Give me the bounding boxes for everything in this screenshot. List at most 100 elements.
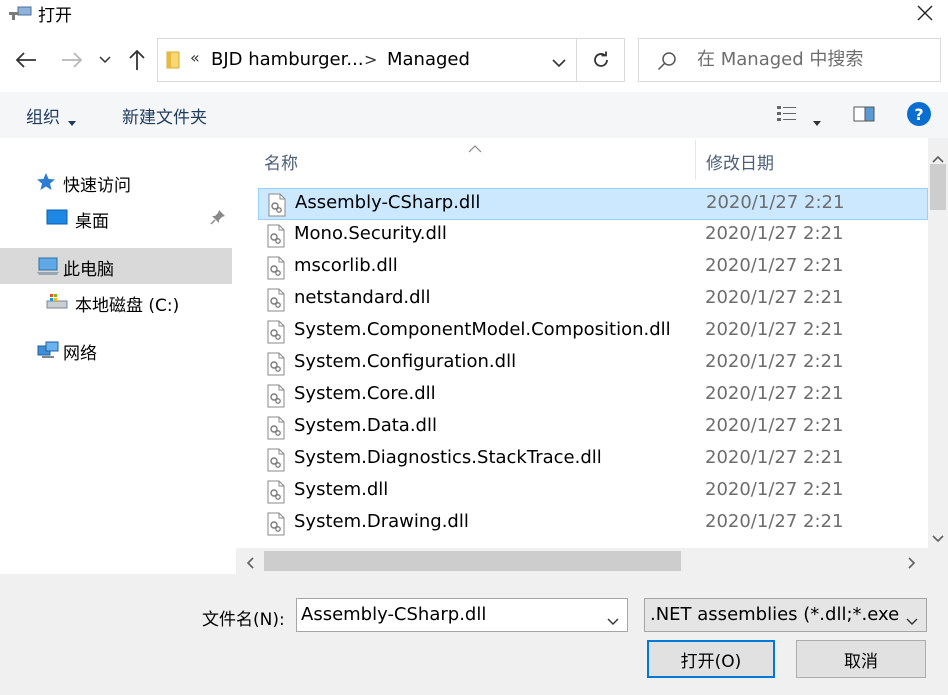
recent-locations-button[interactable]	[95, 48, 115, 72]
navigation-bar: « BJD hamburger... > Managed	[0, 32, 948, 88]
address-history-dropdown[interactable]	[552, 53, 566, 72]
dll-file-icon	[266, 384, 286, 408]
address-bar[interactable]: « BJD hamburger... > Managed	[157, 38, 577, 82]
organize-menu-button[interactable]: 组织	[26, 103, 60, 128]
sidebar-item-this-pc[interactable]: 此电脑	[0, 248, 232, 284]
scroll-left-arrow-icon[interactable]	[246, 554, 254, 573]
caret-down-icon[interactable]	[68, 111, 76, 130]
sort-ascending-icon	[468, 138, 482, 157]
search-icon	[657, 51, 677, 75]
file-type-dropdown[interactable]	[906, 611, 918, 630]
forward-button[interactable]	[60, 48, 84, 72]
network-icon	[36, 340, 59, 360]
file-list: 名称 修改日期 Assembly-CSharp.dll 2020/1/27 2:…	[236, 138, 948, 574]
preview-pane-button[interactable]	[853, 105, 875, 127]
navigation-pane: 快速访问 桌面 此电脑 本地磁盘 (C:) 网络	[0, 138, 236, 574]
desktop-icon	[46, 208, 68, 228]
sidebar-item-network[interactable]: 网络	[0, 332, 232, 368]
file-row[interactable]: System.Core.dll 2020/1/27 2:21	[258, 380, 928, 412]
dll-file-icon	[266, 512, 286, 536]
file-date: 2020/1/27 2:21	[705, 383, 844, 404]
horizontal-scroll-thumb[interactable]	[264, 551, 681, 571]
up-button[interactable]	[125, 48, 149, 72]
file-row[interactable]: System.Data.dll 2020/1/27 2:21	[258, 412, 928, 444]
file-name: System.Configuration.dll	[294, 351, 517, 372]
file-row[interactable]: System.dll 2020/1/27 2:21	[258, 476, 928, 508]
dll-file-icon	[266, 256, 286, 280]
file-row[interactable]: Assembly-CSharp.dll 2020/1/27 2:21	[258, 188, 928, 220]
view-options-button[interactable]	[776, 105, 798, 127]
file-name: Assembly-CSharp.dll	[295, 192, 481, 213]
file-row[interactable]: System.Configuration.dll 2020/1/27 2:21	[258, 348, 928, 380]
back-arrow-icon	[15, 52, 36, 68]
dll-file-icon	[266, 224, 286, 248]
file-name-combobox[interactable]	[296, 598, 628, 632]
view-caret-down-icon[interactable]	[813, 111, 821, 130]
details-view-icon	[777, 106, 796, 121]
file-name: System.ComponentModel.Composition.dll	[294, 319, 671, 340]
breadcrumb-item-parent[interactable]: BJD hamburger...	[211, 49, 364, 70]
file-name-input[interactable]	[301, 604, 591, 625]
file-name: netstandard.dll	[294, 287, 431, 308]
help-button[interactable]: ?	[907, 102, 931, 126]
file-date: 2020/1/27 2:21	[706, 192, 845, 213]
file-row[interactable]: mscorlib.dll 2020/1/27 2:21	[258, 252, 928, 284]
dll-file-icon	[266, 288, 286, 312]
vertical-scrollbar[interactable]	[928, 138, 948, 548]
file-row[interactable]: System.Diagnostics.StackTrace.dll 2020/1…	[258, 444, 928, 476]
breadcrumb-item-current[interactable]: Managed	[387, 49, 470, 70]
refresh-icon	[593, 51, 608, 67]
file-date: 2020/1/27 2:21	[705, 511, 844, 532]
search-box[interactable]	[638, 38, 941, 82]
sidebar-item-desktop[interactable]: 桌面	[0, 200, 232, 236]
file-name-dropdown[interactable]	[607, 611, 619, 630]
sidebar-item-local-disk[interactable]: 本地磁盘 (C:)	[0, 284, 232, 320]
vertical-scroll-thumb[interactable]	[930, 164, 946, 210]
horizontal-scrollbar[interactable]	[236, 548, 928, 574]
file-name-panel: 文件名(N): .NET assemblies (*.dll;*.exe;*.w…	[0, 574, 948, 695]
window-title: 打开	[38, 6, 72, 26]
refresh-button[interactable]	[577, 38, 625, 82]
file-row[interactable]: Mono.Security.dll 2020/1/27 2:21	[258, 220, 928, 252]
scroll-right-arrow-icon[interactable]	[908, 554, 916, 573]
file-type-value: .NET assemblies (*.dll;*.exe;*.w	[650, 604, 900, 625]
dll-file-icon	[266, 352, 286, 376]
chevron-down-icon	[99, 56, 111, 64]
search-input[interactable]	[697, 49, 927, 70]
open-button[interactable]: 打开(O)	[647, 640, 775, 678]
sidebar-item-label: 桌面	[75, 212, 109, 232]
scroll-down-arrow-icon[interactable]	[932, 528, 944, 547]
sidebar-item-quick-access[interactable]: 快速访问	[0, 164, 232, 200]
dll-file-icon	[266, 480, 286, 504]
file-name: mscorlib.dll	[294, 255, 398, 276]
file-rows: Assembly-CSharp.dll 2020/1/27 2:21 Mono.…	[258, 188, 928, 548]
new-folder-button[interactable]: 新建文件夹	[122, 103, 207, 128]
column-divider[interactable]	[695, 140, 696, 180]
breadcrumb-separator[interactable]: >	[364, 50, 377, 69]
file-type-select[interactable]: .NET assemblies (*.dll;*.exe;*.w	[644, 598, 927, 632]
column-header-date-modified[interactable]: 修改日期	[706, 149, 774, 174]
file-date: 2020/1/27 2:21	[705, 479, 844, 500]
computer-icon	[36, 256, 59, 276]
file-row[interactable]: netstandard.dll 2020/1/27 2:21	[258, 284, 928, 316]
dll-file-icon	[266, 320, 286, 344]
sidebar-item-label: 网络	[63, 344, 97, 364]
dll-file-icon	[266, 448, 286, 472]
file-name: System.dll	[294, 479, 389, 500]
breadcrumb-overflow-chevron[interactable]: «	[190, 48, 200, 67]
cancel-button[interactable]: 取消	[796, 640, 926, 678]
forward-arrow-icon	[62, 52, 83, 68]
file-date: 2020/1/27 2:21	[705, 415, 844, 436]
file-date: 2020/1/27 2:21	[705, 319, 844, 340]
file-date: 2020/1/27 2:21	[705, 255, 844, 276]
dll-file-icon	[267, 193, 287, 217]
close-button[interactable]	[902, 0, 948, 26]
file-date: 2020/1/27 2:21	[705, 351, 844, 372]
pin-icon[interactable]	[210, 209, 226, 229]
close-icon	[917, 5, 933, 21]
file-row[interactable]: System.Drawing.dll 2020/1/27 2:21	[258, 508, 928, 540]
scrollbar-corner	[928, 548, 948, 574]
column-header-name[interactable]: 名称	[264, 149, 298, 174]
back-button[interactable]	[14, 48, 38, 72]
file-row[interactable]: System.ComponentModel.Composition.dll 20…	[258, 316, 928, 348]
